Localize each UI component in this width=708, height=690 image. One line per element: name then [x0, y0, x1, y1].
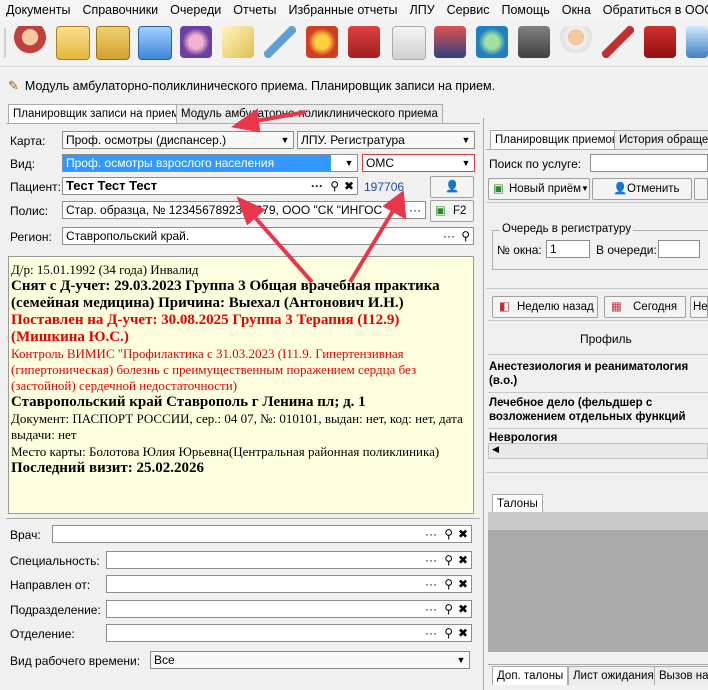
annotation-arrows: [230, 108, 407, 284]
annotation-arrow-3-head: [382, 190, 407, 220]
annotation-arrow-3: [348, 204, 398, 284]
annotation-arrow-1-head: [230, 108, 261, 133]
annotation-arrow-2: [250, 212, 314, 284]
